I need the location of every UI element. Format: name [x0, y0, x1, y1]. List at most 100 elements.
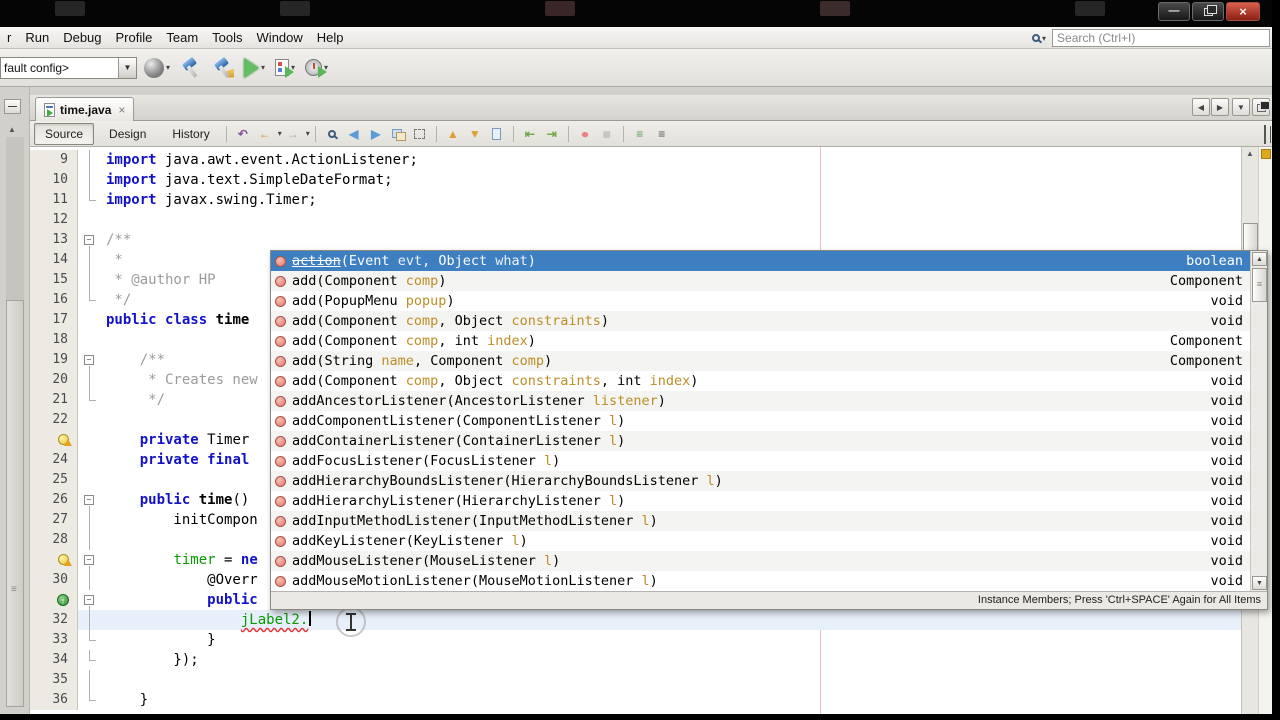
dropdown-icon[interactable]: ▾	[166, 63, 170, 72]
dropdown-icon[interactable]: ▾	[278, 129, 282, 138]
build-project-button[interactable]	[177, 53, 205, 83]
line-number[interactable]: 15	[30, 270, 78, 290]
clean-build-project-button[interactable]	[209, 53, 237, 83]
popup-scrollbar-thumb[interactable]: ≡	[1252, 268, 1267, 302]
completion-item-add[interactable]: add (Component comp) Component	[271, 271, 1267, 291]
search-dropdown-icon[interactable]: ▾	[1042, 34, 1046, 43]
completion-item-addInputMethodListener[interactable]: addInputMethodListener (InputMethodListen…	[271, 511, 1267, 531]
completion-item-addKeyListener[interactable]: addKeyListener (KeyListener l) void	[271, 531, 1267, 551]
code-text[interactable]	[106, 210, 1272, 230]
dropdown-icon[interactable]: ▾	[261, 63, 265, 72]
line-number[interactable]: 36	[30, 690, 78, 710]
code-text[interactable]: }	[106, 690, 1272, 710]
completion-item-add[interactable]: add (PopupMenu popup) void	[271, 291, 1267, 311]
set-configuration-button[interactable]: ▾	[141, 53, 173, 83]
line-number[interactable]: 13	[30, 230, 78, 250]
completion-item-addHierarchyListener[interactable]: addHierarchyListener (HierarchyListener l…	[271, 491, 1267, 511]
scroll-up-icon[interactable]: ▲	[1242, 149, 1258, 163]
combo-arrow-icon[interactable]: ▼	[118, 57, 136, 78]
completion-item-addMouseMotionListener[interactable]: addMouseMotionListener (MouseMotionListen…	[271, 571, 1267, 591]
menu-item-run[interactable]: Run	[18, 27, 56, 49]
view-button-history[interactable]: History	[161, 123, 220, 145]
warning-status-square[interactable]	[1261, 149, 1271, 159]
line-number[interactable]: 9	[30, 150, 78, 170]
fold-collapse-icon[interactable]: −	[78, 550, 106, 570]
run-project-button[interactable]: ▾	[241, 53, 268, 83]
code-line-33[interactable]: 33 }	[30, 630, 1272, 650]
uncomment-icon[interactable]: ≡	[652, 125, 672, 143]
completion-item-add[interactable]: add (Component comp, Object constraints, …	[271, 371, 1267, 391]
popup-scroll-down-button[interactable]: ▼	[1252, 576, 1267, 590]
previous-occurrence-icon[interactable]: ▲	[443, 125, 463, 143]
close-window-button[interactable]: ×	[1226, 2, 1260, 21]
search-icon[interactable]	[1032, 34, 1040, 42]
forward-icon[interactable]: →	[283, 125, 303, 143]
maximize-window-button[interactable]	[1192, 2, 1224, 21]
completion-item-addHierarchyBoundsListener[interactable]: addHierarchyBoundsListener (HierarchyBoun…	[271, 471, 1267, 491]
line-number[interactable]: 27	[30, 510, 78, 530]
line-number[interactable]: 34	[30, 650, 78, 670]
tab-list-button[interactable]: ▼	[1232, 98, 1250, 116]
split-document-button[interactable]	[1264, 125, 1266, 144]
stop-macro-recording-icon[interactable]: ■	[597, 125, 617, 143]
line-number[interactable]: 14	[30, 250, 78, 270]
menu-item-r[interactable]: r	[0, 27, 18, 49]
popup-scroll-up-button[interactable]: ▲	[1252, 252, 1267, 266]
code-line-12[interactable]: 12	[30, 210, 1272, 230]
comment-icon[interactable]: ≡	[630, 125, 650, 143]
view-button-design[interactable]: Design	[98, 123, 157, 145]
back-icon[interactable]: ←	[255, 125, 275, 143]
rectangular-selection-icon[interactable]	[410, 125, 430, 143]
code-text[interactable]: });	[106, 650, 1272, 670]
code-line-11[interactable]: 11 import javax.swing.Timer;	[30, 190, 1272, 210]
completion-item-add[interactable]: add (Component comp, int index) Component	[271, 331, 1267, 351]
shift-right-icon[interactable]: ⇥	[542, 125, 562, 143]
completion-item-action[interactable]: action (Event evt, Object what) boolean	[271, 251, 1267, 271]
tab-time-java[interactable]: time.java ×	[35, 97, 135, 121]
fold-collapse-icon[interactable]: −	[78, 490, 106, 510]
line-number[interactable]: 11	[30, 190, 78, 210]
code-text[interactable]: import java.awt.event.ActionListener;	[106, 150, 1272, 170]
search-input[interactable]	[1052, 29, 1270, 47]
next-occurrence-icon[interactable]: ▼	[465, 125, 485, 143]
line-number[interactable]: 18	[30, 330, 78, 350]
left-scrollbar-thumb[interactable]: ≡	[6, 300, 24, 707]
maximize-editor-button[interactable]	[1252, 98, 1270, 116]
code-text[interactable]: import java.text.SimpleDateFormat;	[106, 170, 1272, 190]
code-line-32[interactable]: 32 jLabel2.	[30, 610, 1272, 630]
code-text[interactable]	[106, 670, 1272, 690]
completion-item-addContainerListener[interactable]: addContainerListener (ContainerListener l…	[271, 431, 1267, 451]
view-button-source[interactable]: Source	[34, 122, 95, 145]
fold-collapse-icon[interactable]: −	[78, 350, 106, 370]
code-line-34[interactable]: 34 });	[30, 650, 1272, 670]
warning-bulb-icon[interactable]	[30, 550, 78, 570]
menu-item-profile[interactable]: Profile	[109, 27, 160, 49]
line-number[interactable]: 24	[30, 450, 78, 470]
completion-item-addAncestorListener[interactable]: addAncestorListener (AncestorListener lis…	[271, 391, 1267, 411]
line-number[interactable]: 21	[30, 390, 78, 410]
scroll-tabs-right-button[interactable]: ▶	[1211, 98, 1229, 116]
code-line-10[interactable]: 10 import java.text.SimpleDateFormat;	[30, 170, 1272, 190]
code-text[interactable]: }	[106, 630, 1272, 650]
line-number[interactable]: 20	[30, 370, 78, 390]
menu-item-team[interactable]: Team	[159, 27, 205, 49]
line-number[interactable]: 22	[30, 410, 78, 430]
line-number[interactable]: 33	[30, 630, 78, 650]
profile-project-button[interactable]: ▾	[302, 53, 331, 83]
find-previous-icon[interactable]: ◀	[344, 125, 364, 143]
start-macro-recording-icon[interactable]: ●	[572, 125, 597, 143]
overrides-icon[interactable]: ↑	[30, 590, 78, 610]
project-configuration-combo[interactable]: fault config> ▼	[0, 56, 137, 79]
minimize-panel-button[interactable]: —	[4, 99, 21, 114]
code-line-36[interactable]: 36 }	[30, 690, 1272, 710]
debug-project-button[interactable]: ▾	[272, 53, 298, 83]
warning-bulb-icon[interactable]	[30, 430, 78, 450]
code-line-9[interactable]: 9 import java.awt.event.ActionListener;	[30, 150, 1272, 170]
line-number[interactable]: 16	[30, 290, 78, 310]
fold-collapse-icon[interactable]: −	[78, 230, 106, 250]
line-number[interactable]: 35	[30, 670, 78, 690]
completion-item-add[interactable]: add (Component comp, Object constraints) v…	[271, 311, 1267, 331]
find-next-icon[interactable]: ▶	[366, 125, 386, 143]
line-number[interactable]: 10	[30, 170, 78, 190]
line-number[interactable]: 12	[30, 210, 78, 230]
